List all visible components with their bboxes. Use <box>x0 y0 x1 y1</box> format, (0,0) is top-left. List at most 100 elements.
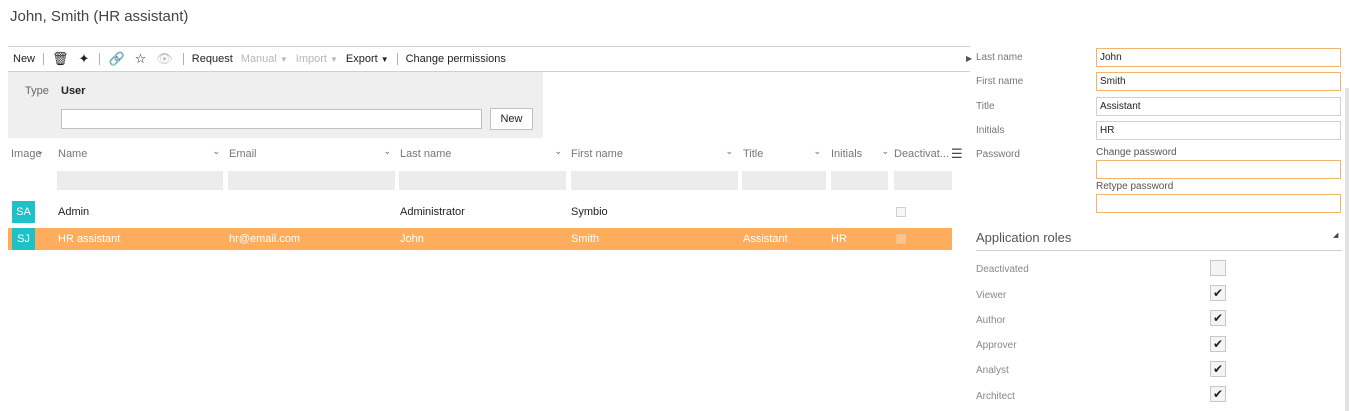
column-header-name[interactable]: Name ⌄ <box>58 142 226 166</box>
title-label: Title <box>976 101 995 112</box>
checkmark-icon: ✔ <box>1212 311 1224 325</box>
table-header: Image ⌄ Name ⌄ Email ⌄ Last name ⌄ First nam… <box>8 142 970 166</box>
search-input[interactable] <box>61 109 482 129</box>
import-menu[interactable]: Import ▼ <box>296 53 338 65</box>
change-permissions-button[interactable]: Change permissions <box>406 53 506 65</box>
cell-last-name: Administrator <box>400 206 465 218</box>
title-field[interactable]: Assistant <box>1096 97 1341 116</box>
collapse-panel-icon[interactable]: ▶ <box>966 54 972 63</box>
initials-field[interactable]: HR <box>1096 121 1341 140</box>
avatar: SJ <box>12 228 35 250</box>
table-row-selected[interactable]: SJ HR assistant hr@email.com John Smith … <box>8 228 952 250</box>
toolbar: New 🗑 ✦ 🔗 ☆ 👁 Request Manual ▼ Import ▼ Ex… <box>8 46 970 72</box>
application-roles-title: Application roles <box>976 230 1072 245</box>
request-button[interactable]: Request <box>192 53 233 65</box>
role-label-deactivated: Deactivated <box>976 264 1029 275</box>
new-button[interactable]: New <box>13 53 35 65</box>
chevron-down-icon: ⌄ <box>813 146 821 156</box>
panel-scrollbar[interactable] <box>1345 88 1349 411</box>
chevron-down-icon: ▼ <box>380 54 389 64</box>
section-toggle-icon[interactable]: ◢ <box>1333 231 1338 239</box>
column-filter-row <box>8 171 970 191</box>
column-label: Title <box>743 148 764 160</box>
initials-filter-input[interactable] <box>831 171 888 190</box>
role-label-viewer: Viewer <box>976 290 1007 301</box>
export-menu-label: Export <box>345 53 378 65</box>
checkmark-icon: ✔ <box>1212 286 1224 300</box>
deactivated-filter-input[interactable] <box>894 171 952 190</box>
cell-name: Admin <box>58 206 90 218</box>
link-icon[interactable]: 🔗 <box>108 51 124 67</box>
column-label: Name <box>58 148 88 160</box>
role-checkbox-analyst[interactable]: ✔ <box>1210 361 1226 377</box>
last-name-filter-input[interactable] <box>399 171 566 190</box>
role-checkbox-viewer[interactable]: ✔ <box>1210 285 1226 301</box>
role-label-analyst: Analyst <box>976 365 1009 376</box>
manual-menu-label: Manual <box>240 53 277 65</box>
cell-last-name: John <box>400 233 424 245</box>
column-header-title[interactable]: Title ⌄ <box>743 142 827 166</box>
toolbar-separator <box>43 53 45 65</box>
table-row[interactable]: SA Admin Administrator Symbio <box>8 201 952 223</box>
filter-area: Type User New <box>8 72 543 138</box>
column-label: Deactivat... <box>894 148 950 160</box>
deactivated-checkbox[interactable] <box>896 207 906 217</box>
column-header-first-name[interactable]: First name ⌄ <box>571 142 739 166</box>
email-filter-input[interactable] <box>228 171 395 190</box>
import-menu-label: Import <box>295 53 327 65</box>
first-name-label: First name <box>976 76 1024 87</box>
chevron-down-icon: ⌄ <box>212 146 220 156</box>
last-name-label: Last name <box>976 52 1023 63</box>
hierarchy-icon[interactable]: ✦ <box>79 51 90 67</box>
create-new-button[interactable]: New <box>490 108 533 130</box>
toolbar-separator <box>99 53 101 65</box>
column-header-initials[interactable]: Initials ⌄ <box>831 142 889 166</box>
initials-label: Initials <box>976 125 1005 136</box>
page-title: John, Smith (HR assistant) <box>10 8 189 25</box>
cell-email: hr@email.com <box>229 233 301 245</box>
type-value: User <box>61 85 86 97</box>
password-label: Password <box>976 149 1020 160</box>
cell-name: HR assistant <box>58 233 121 245</box>
retype-password-label: Retype password <box>1096 181 1174 192</box>
column-header-image[interactable]: Image ⌄ <box>11 142 56 166</box>
column-label: Email <box>229 148 257 160</box>
column-header-email[interactable]: Email ⌄ <box>229 142 397 166</box>
chevron-down-icon: ▼ <box>279 54 288 64</box>
deactivated-checkbox[interactable] <box>896 234 906 244</box>
chevron-down-icon: ⌄ <box>881 146 889 156</box>
password-field[interactable] <box>1096 160 1341 179</box>
role-checkbox-deactivated[interactable] <box>1210 260 1226 276</box>
name-filter-input[interactable] <box>57 171 223 190</box>
toolbar-separator <box>396 53 398 65</box>
title-filter-input[interactable] <box>742 171 826 190</box>
hide-icon[interactable]: 👁 <box>156 51 173 67</box>
first-name-field[interactable]: Smith <box>1096 72 1341 91</box>
cell-first-name: Symbio <box>571 206 608 218</box>
change-password-label: Change password <box>1096 147 1177 158</box>
column-header-deactivated[interactable]: Deactivat... <box>894 142 952 166</box>
first-name-filter-input[interactable] <box>571 171 738 190</box>
column-label: Initials <box>831 148 863 160</box>
avatar: SA <box>12 201 35 223</box>
role-checkbox-author[interactable]: ✔ <box>1210 310 1226 326</box>
chevron-down-icon: ⌄ <box>554 146 562 156</box>
role-checkbox-architect[interactable]: ✔ <box>1210 386 1226 402</box>
last-name-field[interactable]: John <box>1096 48 1341 67</box>
column-label: Last name <box>400 148 452 160</box>
trash-icon[interactable]: 🗑 <box>52 51 69 67</box>
column-menu-icon[interactable]: ☰ <box>951 146 963 162</box>
role-label-author: Author <box>976 315 1006 326</box>
column-label: First name <box>571 148 623 160</box>
column-header-last-name[interactable]: Last name ⌄ <box>400 142 568 166</box>
favorite-icon[interactable]: ☆ <box>135 51 147 67</box>
cell-first-name: Smith <box>571 233 600 245</box>
manual-menu[interactable]: Manual ▼ <box>241 53 288 65</box>
export-menu[interactable]: Export ▼ <box>346 53 389 65</box>
section-divider <box>976 250 1342 251</box>
checkmark-icon: ✔ <box>1212 362 1224 376</box>
cell-initials: HR <box>831 233 847 245</box>
retype-password-field[interactable] <box>1096 194 1341 213</box>
role-checkbox-approver[interactable]: ✔ <box>1210 336 1226 352</box>
chevron-down-icon: ⌄ <box>725 146 733 156</box>
